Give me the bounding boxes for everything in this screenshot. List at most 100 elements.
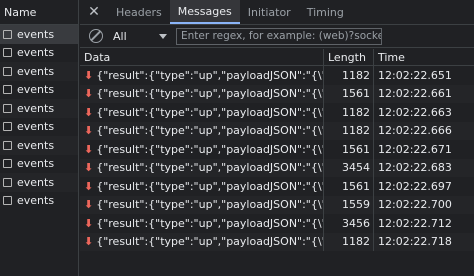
message-length: 1561 [324, 140, 374, 159]
document-icon [3, 85, 12, 95]
request-name: events [17, 46, 55, 60]
document-icon [3, 177, 12, 187]
messages-grid: Data Length Time ⬇ {"result":{"type":"up"… [80, 49, 474, 251]
block-icon[interactable] [89, 29, 103, 43]
arrow-down-icon: ⬇ [84, 179, 94, 193]
message-row[interactable]: ⬇ {"result":{"type":"up","payloadJSON":"{… [80, 103, 474, 122]
message-time: 12:02:22.683 [378, 161, 452, 175]
message-data: {"result":{"type":"up","payloadJSON":"{\… [96, 216, 323, 230]
message-length: 1561 [324, 177, 374, 196]
request-name: events [17, 64, 55, 78]
message-data: {"result":{"type":"up","payloadJSON":"{\… [96, 235, 323, 249]
request-list: Name events events events events events … [0, 0, 79, 276]
request-item[interactable]: events [0, 173, 78, 192]
document-icon [3, 103, 12, 113]
message-data: {"result":{"type":"up","payloadJSON":"{\… [96, 105, 323, 119]
document-icon [3, 66, 12, 76]
message-time: 12:02:22.666 [378, 124, 452, 138]
messages-filter-bar: All [80, 25, 474, 48]
message-time: 12:02:22.700 [378, 198, 452, 212]
request-name: events [17, 138, 55, 152]
message-time: 12:02:22.663 [378, 105, 452, 119]
request-item[interactable]: events [0, 192, 78, 211]
message-data: {"result":{"type":"up","payloadJSON":"{\… [96, 87, 323, 101]
message-length: 3456 [324, 214, 374, 233]
tab-timing[interactable]: Timing [299, 0, 352, 24]
message-row[interactable]: ⬇ {"result":{"type":"up","payloadJSON":"{… [80, 232, 474, 251]
request-name: events [17, 175, 55, 189]
message-length: 1561 [324, 84, 374, 103]
data-column-header[interactable]: Data [80, 49, 324, 65]
request-name: events [17, 120, 55, 134]
arrow-down-icon: ⬇ [84, 235, 94, 249]
message-row[interactable]: ⬇ {"result":{"type":"up","payloadJSON":"{… [80, 195, 474, 214]
chevron-down-icon [159, 33, 167, 39]
message-data: {"result":{"type":"up","payloadJSON":"{\… [96, 142, 323, 156]
message-row[interactable]: ⬇ {"result":{"type":"up","payloadJSON":"{… [80, 84, 474, 103]
message-data: {"result":{"type":"up","payloadJSON":"{\… [96, 198, 323, 212]
document-icon [3, 140, 12, 150]
detail-tabbar: ✕ Headers Messages Initiator Timing [80, 0, 474, 25]
document-icon [3, 122, 12, 132]
tab-initiator[interactable]: Initiator [240, 0, 299, 24]
message-length: 1182 [324, 103, 374, 122]
message-length: 1182 [324, 121, 374, 140]
request-item[interactable]: events [0, 118, 78, 137]
message-data: {"result":{"type":"up","payloadJSON":"{\… [96, 161, 323, 175]
message-time: 12:02:22.671 [378, 142, 452, 156]
request-item[interactable]: events [0, 155, 78, 174]
time-column-header[interactable]: Time [374, 49, 474, 65]
document-icon [3, 196, 12, 206]
message-length: 1182 [324, 66, 374, 85]
request-name: events [17, 101, 55, 115]
message-row[interactable]: ⬇ {"result":{"type":"up","payloadJSON":"{… [80, 158, 474, 177]
arrow-down-icon: ⬇ [84, 161, 94, 175]
message-time: 12:02:22.651 [378, 68, 452, 82]
document-icon [3, 48, 12, 58]
message-time: 12:02:22.718 [378, 235, 452, 249]
name-column-header[interactable]: Name [0, 0, 78, 25]
arrow-down-icon: ⬇ [84, 198, 94, 212]
arrow-down-icon: ⬇ [84, 216, 94, 230]
request-name: events [17, 194, 55, 208]
tab-messages[interactable]: Messages [169, 0, 240, 24]
message-row[interactable]: ⬇ {"result":{"type":"up","payloadJSON":"{… [80, 214, 474, 233]
document-icon [3, 159, 12, 169]
message-data: {"result":{"type":"up","payloadJSON":"{\… [96, 124, 323, 138]
message-type-select[interactable]: All [113, 30, 171, 43]
arrow-down-icon: ⬇ [84, 105, 94, 119]
request-name: events [17, 83, 55, 97]
tab-headers[interactable]: Headers [108, 0, 170, 24]
length-column-header[interactable]: Length [324, 49, 374, 65]
select-value: All [113, 29, 127, 43]
message-length: 1559 [324, 195, 374, 214]
arrow-down-icon: ⬇ [84, 142, 94, 156]
request-item[interactable]: events [0, 81, 78, 100]
message-row[interactable]: ⬇ {"result":{"type":"up","payloadJSON":"{… [80, 66, 474, 85]
message-time: 12:02:22.661 [378, 87, 452, 101]
request-name: events [17, 27, 55, 41]
document-icon [3, 29, 12, 39]
message-time: 12:02:22.697 [378, 179, 452, 193]
arrow-down-icon: ⬇ [84, 87, 94, 101]
message-data: {"result":{"type":"up","payloadJSON":"{\… [96, 179, 323, 193]
grid-header: Data Length Time [80, 49, 474, 66]
message-length: 1182 [324, 232, 374, 251]
arrow-down-icon: ⬇ [84, 124, 94, 138]
message-length: 3454 [324, 158, 374, 177]
request-item[interactable]: events [0, 62, 78, 81]
message-row[interactable]: ⬇ {"result":{"type":"up","payloadJSON":"{… [80, 177, 474, 196]
request-item[interactable]: events [0, 44, 78, 63]
request-item[interactable]: events [0, 25, 78, 44]
request-name: events [17, 157, 55, 171]
message-data: {"result":{"type":"up","payloadJSON":"{\… [96, 68, 323, 82]
regex-filter-input[interactable] [176, 27, 382, 45]
close-icon[interactable]: ✕ [80, 0, 108, 24]
arrow-down-icon: ⬇ [84, 68, 94, 82]
request-item[interactable]: events [0, 136, 78, 155]
request-item[interactable]: events [0, 99, 78, 118]
message-row[interactable]: ⬇ {"result":{"type":"up","payloadJSON":"{… [80, 121, 474, 140]
message-time: 12:02:22.712 [378, 216, 452, 230]
message-row[interactable]: ⬇ {"result":{"type":"up","payloadJSON":"{… [80, 140, 474, 159]
detail-pane: ✕ Headers Messages Initiator Timing All … [80, 0, 474, 276]
